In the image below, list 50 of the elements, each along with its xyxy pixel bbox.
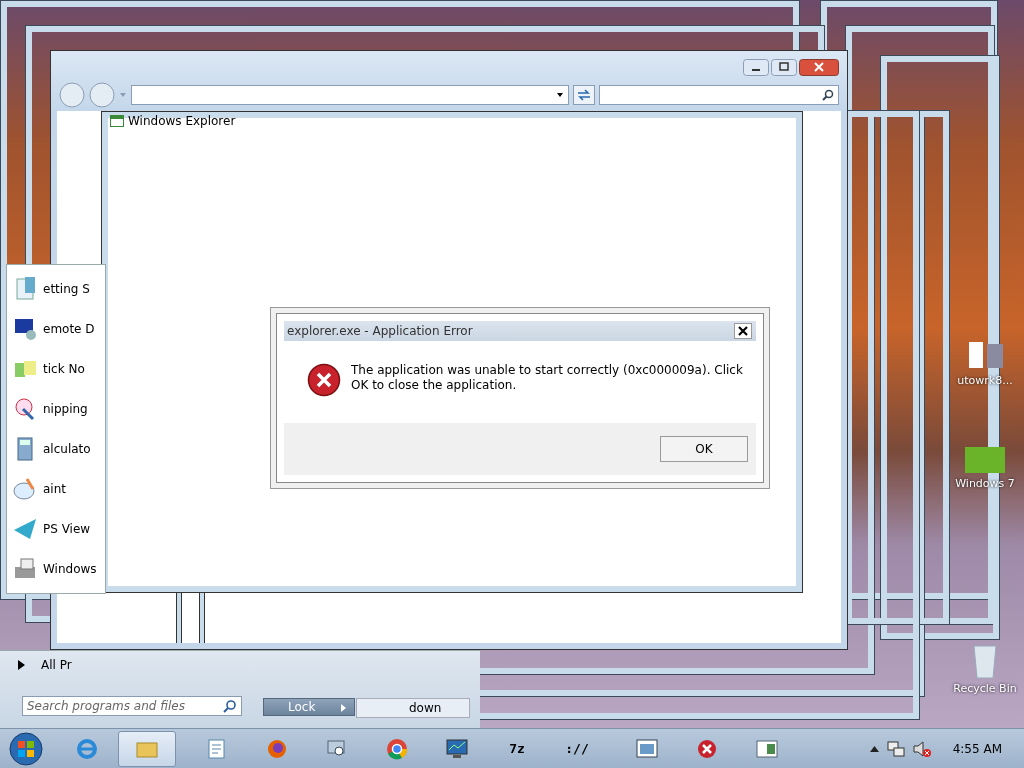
search-field[interactable] [599,85,839,105]
start-button[interactable] [8,730,44,767]
program-item[interactable]: nipping [43,402,88,416]
window-icon [110,115,124,127]
caret-icon [556,91,564,99]
search-icon [822,89,834,101]
program-item[interactable]: alculato [43,442,91,456]
network-icon [886,739,905,758]
ie-icon [75,736,99,761]
maximize-icon[interactable] [771,59,797,76]
clock[interactable]: 4:55 AM [952,741,1002,756]
close-icon[interactable] [799,59,839,76]
window-title: Windows Explorer [128,114,236,128]
refresh-icon[interactable] [573,85,595,105]
program-item[interactable]: Windows [43,562,97,576]
search-icon [223,699,237,713]
document-icon [13,277,37,301]
taskbar-button[interactable]: :// [548,730,606,767]
minimize-icon[interactable] [743,59,769,76]
back-icon [59,82,85,108]
program-item[interactable]: etting S [43,282,90,296]
all-programs-link[interactable]: All Pr [41,658,72,672]
monitor-icon [445,736,469,761]
taskbar-button[interactable] [118,730,176,767]
caret-icon [119,91,127,99]
program-item[interactable]: aint [43,482,66,496]
close-icon[interactable] [734,323,752,339]
forward-icon [89,82,115,108]
palette-icon [13,477,37,501]
error-icon [307,363,341,397]
up-arrow-icon [869,745,879,752]
scissors-icon [13,397,37,421]
program-item[interactable]: emote D [43,322,95,336]
triangle-icon [18,660,25,670]
shutdown-button[interactable]: down [356,698,470,718]
muted-speaker-icon [912,739,931,758]
address-bar[interactable] [131,85,569,105]
fax-icon [13,557,37,581]
search-field[interactable]: Search programs and files [22,696,242,716]
paper-plane-icon [13,517,37,541]
monitor-icon [13,317,37,341]
chrome-icon [385,736,409,761]
error-message: The application was unable to start correctly (0xc000009a). Click OK to close the application. [351,363,743,394]
program-item[interactable]: PS View [43,522,91,536]
ok-button[interactable]: OK [660,436,748,462]
dialog-title: explorer.exe - Application Error [287,324,473,338]
program-item[interactable]: tick No [43,362,85,376]
picture-window-icon [635,736,659,761]
tile-icon [963,445,1007,475]
taskbar-button[interactable]: 7z [488,730,546,767]
